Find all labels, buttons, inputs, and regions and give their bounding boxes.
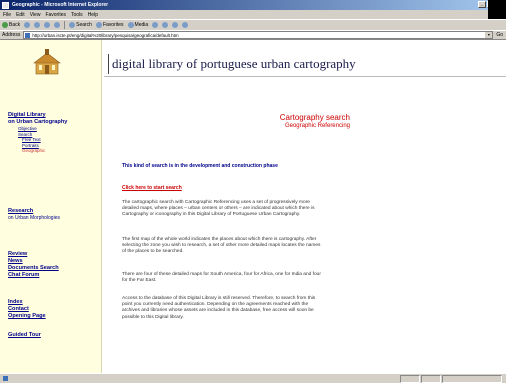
contact-link[interactable]: Contact [8, 306, 46, 313]
documents-search-link[interactable]: Documents Search [8, 265, 59, 272]
forward-arrow-icon [24, 22, 31, 28]
nav-links-1: Review News Documents Search Chat Forum [8, 251, 59, 279]
mail-button[interactable] [162, 22, 169, 28]
review-link[interactable]: Review [8, 251, 59, 258]
status-cell-2 [421, 375, 441, 383]
go-button[interactable]: Go [496, 32, 503, 38]
edit-icon [182, 22, 189, 28]
web-page: Digital Library on Urban Cartography Obj… [0, 40, 506, 373]
address-bar: Address http://urban.iscte.pt/eng/digita… [0, 30, 506, 40]
print-button[interactable] [172, 22, 179, 28]
edit-button[interactable] [182, 22, 189, 28]
star-icon [95, 22, 102, 28]
page-title: Cartography search [279, 113, 350, 122]
digital-library-link[interactable]: Digital Library [8, 112, 67, 119]
status-zone-cell [442, 375, 502, 383]
address-url: http://urban.iscte.pt/eng/digital%20libr… [32, 32, 179, 38]
ie-app-icon [2, 1, 9, 9]
menu-edit[interactable]: Edit [16, 12, 25, 18]
search-heading: Cartography search Geographic Referencin… [230, 113, 350, 129]
stop-button[interactable] [34, 22, 41, 28]
paragraph-detailed-maps: There are four of these detailed maps fo… [122, 272, 321, 284]
address-dropdown-button[interactable]: ▾ [485, 32, 493, 38]
site-title: digital library of portuguese urban cart… [112, 56, 356, 71]
stop-icon [34, 22, 41, 28]
page-subtitle: Geographic Referencing [284, 123, 350, 129]
menu-file[interactable]: File [3, 12, 11, 18]
home-button[interactable] [54, 22, 61, 28]
page-icon [25, 32, 31, 38]
minimize-button[interactable]: _ [478, 1, 486, 8]
site-logo [33, 49, 61, 75]
digital-library-subtitle: on Urban Cartography [8, 119, 68, 125]
search-icon [69, 22, 76, 28]
opening-page-link[interactable]: Opening Page [8, 313, 46, 320]
back-arrow-icon [2, 22, 8, 28]
research-link[interactable]: Research [8, 208, 60, 215]
paragraph-intro: The cartographic search with Cartographi… [122, 200, 315, 218]
browser-toolbar: Back Search Favorites Media [0, 19, 506, 30]
menu-tools[interactable]: Tools [71, 12, 83, 18]
paragraph-world-map: The first map of the whole world indicat… [122, 237, 321, 255]
media-button[interactable]: Media [127, 22, 148, 28]
nav-digital-library: Digital Library on Urban Cartography Obj… [8, 112, 67, 154]
title-divider [108, 54, 109, 74]
geographic-link[interactable]: Geographic [8, 148, 67, 154]
nav-research: Research on Urban Morphologies [8, 208, 60, 222]
print-icon [172, 22, 179, 28]
window-titlebar: Geographic - Microsoft Internet Explorer… [0, 0, 506, 10]
back-button[interactable]: Back [2, 22, 20, 28]
address-input[interactable]: http://urban.iscte.pt/eng/digital%20libr… [23, 31, 494, 39]
menu-favorites[interactable]: Favorites [45, 12, 66, 18]
menu-view[interactable]: View [30, 12, 41, 18]
header-rule [104, 76, 506, 77]
paragraph-access: Access to the database of this Digital L… [122, 296, 316, 320]
status-page-icon [3, 376, 8, 381]
history-icon [152, 22, 159, 28]
status-cell-1 [400, 375, 420, 383]
refresh-icon [44, 22, 51, 28]
menu-help[interactable]: Help [88, 12, 98, 18]
menu-bar: File Edit View Favorites Tools Help [0, 0, 506, 28]
media-icon [127, 22, 134, 28]
history-button[interactable] [152, 22, 159, 28]
news-link[interactable]: News [8, 258, 59, 265]
development-notice: This kind of search is in the developmen… [122, 163, 278, 169]
sidebar: Digital Library on Urban Cartography Obj… [0, 40, 102, 373]
status-bar [0, 373, 506, 383]
window-title: Geographic - Microsoft Internet Explorer [12, 2, 109, 8]
mail-icon [162, 22, 169, 28]
favorites-button[interactable]: Favorites [95, 22, 124, 28]
research-subtitle: on Urban Morphologies [8, 215, 60, 221]
forward-button[interactable] [24, 22, 31, 28]
chat-forum-link[interactable]: Chat Forum [8, 272, 59, 279]
guided-tour-link[interactable]: Guided Tour [8, 332, 41, 339]
start-search-link[interactable]: Click here to start search [122, 185, 182, 191]
refresh-button[interactable] [44, 22, 51, 28]
search-button[interactable]: Search [69, 22, 92, 28]
index-link[interactable]: Index [8, 299, 46, 306]
home-icon [54, 22, 61, 28]
address-label: Address [2, 32, 21, 38]
nav-guided-tour: Guided Tour [8, 332, 41, 339]
toolbar-separator [64, 21, 66, 29]
nav-links-2: Index Contact Opening Page [8, 299, 46, 320]
